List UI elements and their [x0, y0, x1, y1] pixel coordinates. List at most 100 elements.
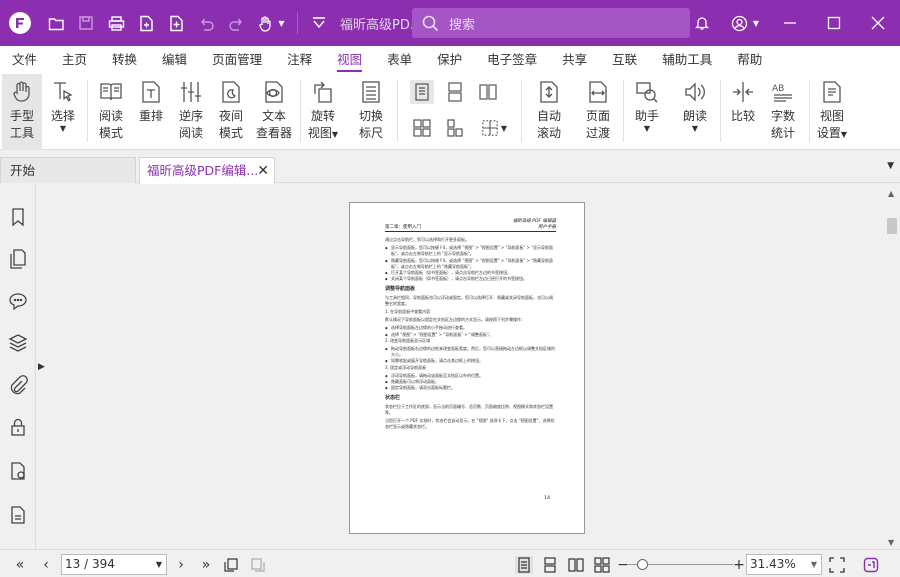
undo-icon[interactable] [191, 0, 221, 46]
continuous-facing-icon[interactable] [410, 116, 434, 140]
new-document-icon[interactable] [161, 0, 191, 46]
continuous-view-icon[interactable] [541, 556, 559, 574]
last-page-icon[interactable]: » [197, 556, 215, 574]
auto-scroll-label-2: 滚动 [536, 126, 561, 140]
comment-icon[interactable] [7, 290, 29, 312]
zoom-slider-handle[interactable] [637, 559, 648, 570]
next-page-icon[interactable]: › [172, 556, 190, 574]
expand-panel-icon[interactable]: ▶ [38, 362, 45, 372]
menu-esign[interactable]: 电子签章 [487, 46, 537, 74]
select-button[interactable]: 选择 ▼ [46, 74, 80, 150]
close-button[interactable] [856, 0, 900, 46]
facing-view-icon[interactable] [567, 556, 585, 574]
text-viewer-button[interactable]: 文本 查看器 [254, 74, 294, 150]
page-heading: 调整导航面板 [385, 286, 416, 293]
reflow-label: 重排 [138, 109, 163, 123]
continuous-facing-view-icon[interactable] [593, 556, 611, 574]
lock-icon[interactable] [7, 416, 29, 438]
next-view-icon[interactable] [249, 556, 267, 574]
menu-view[interactable]: 视图 [337, 46, 363, 74]
page-number-input[interactable]: 13 / 394 ▼ [61, 554, 167, 575]
ribbon-toolbar: 手型 工具 选择 ▼ 阅读 模式 重排 逆序 阅读 夜间 模式 文本 查看器 旋… [0, 74, 900, 150]
menu-organize[interactable]: 页面管理 [212, 46, 262, 74]
hand-tool-quick-icon[interactable]: ▼ [251, 0, 291, 46]
read-aloud-button[interactable]: 朗读 ▼ [678, 74, 712, 150]
view-settings-button[interactable]: 视图 设置▼ [814, 74, 850, 150]
separate-cover-icon[interactable] [443, 116, 467, 140]
night-mode-button[interactable]: 夜间 模式 [214, 74, 248, 150]
facing-page-icon[interactable] [476, 80, 500, 104]
create-pdf-icon[interactable] [131, 0, 161, 46]
read-mode-button[interactable]: 阅读 模式 [94, 74, 128, 150]
layers-icon[interactable] [7, 332, 29, 354]
chevron-down-icon[interactable]: ▼ [156, 555, 162, 574]
hand-tool-button[interactable]: 手型 工具 [2, 74, 42, 150]
maximize-button[interactable] [812, 0, 856, 46]
menu-share[interactable]: 共享 [562, 46, 587, 74]
continuous-page-icon[interactable] [443, 80, 467, 104]
scroll-down-arrow-icon[interactable]: ▼ [888, 538, 894, 547]
compare-button[interactable]: 比较 [726, 74, 760, 150]
chevron-down-icon[interactable]: ▼ [811, 555, 817, 574]
menu-file[interactable]: 文件 [12, 46, 37, 74]
print-icon[interactable] [101, 0, 131, 46]
menu-accessibility[interactable]: 辅助工具 [662, 46, 712, 74]
page-text-line: 当您打开一个 PDF 文档时，状态栏会自动显示。在 "视图" 选项卡下，点击 "… [385, 418, 555, 430]
chevron-down-icon[interactable]: ▼ [887, 161, 894, 171]
menu-comment[interactable]: 注释 [287, 46, 312, 74]
zoom-out-icon[interactable]: − [614, 556, 632, 574]
title-bar: ▼ 福昕高级PD... 搜索 ▼ [0, 0, 900, 46]
page-text-line: 固定导航面板，请双击面板标题栏。 [385, 385, 556, 391]
tab-home[interactable]: 开始 [0, 157, 136, 183]
single-page-view-icon[interactable] [515, 556, 533, 574]
assistant-button[interactable]: 助手 ▼ [630, 74, 664, 150]
word-count-button[interactable]: AB 字数 统计 [766, 74, 800, 150]
menu-help[interactable]: 帮助 [737, 46, 762, 74]
page-text-line: 与工具栏相同，导航面板也可以浮动或固定。您可以选择打开、隐藏或关闭导航面板，也可… [385, 294, 553, 306]
fit-view-icon[interactable] [862, 556, 880, 574]
vertical-scrollbar[interactable]: ▲ ▼ [884, 184, 900, 549]
menu-protect[interactable]: 保护 [437, 46, 462, 74]
save-icon[interactable] [71, 0, 101, 46]
open-file-icon[interactable] [41, 0, 71, 46]
signature-icon[interactable] [7, 460, 29, 482]
rotate-view-button[interactable]: 旋转 视图▼ [304, 74, 342, 150]
bookmark-icon[interactable] [7, 206, 29, 228]
menu-connect[interactable]: 互联 [612, 46, 637, 74]
minimize-button[interactable] [768, 0, 812, 46]
reflow-button[interactable]: 重排 [134, 74, 168, 150]
menu-edit[interactable]: 编辑 [162, 46, 187, 74]
ruler-button[interactable]: 切换 标尺 [354, 74, 388, 150]
tab-document[interactable]: 福昕高级PDF编辑... ✕ [139, 157, 275, 184]
full-screen-icon[interactable] [828, 556, 846, 574]
scrollbar-thumb[interactable] [887, 218, 897, 234]
search-input[interactable]: 搜索 [412, 8, 690, 38]
rotate-icon [310, 79, 336, 105]
reverse-read-button[interactable]: 逆序 阅读 [174, 74, 208, 150]
single-page-icon[interactable] [410, 80, 434, 104]
bell-icon[interactable] [682, 0, 722, 46]
book-icon [98, 79, 124, 105]
zoom-input[interactable]: 31.43% ▼ [746, 554, 822, 575]
menu-bar: 文件 主页 转换 编辑 页面管理 注释 视图 表单 保护 电子签章 共享 互联 … [0, 46, 900, 74]
search-placeholder: 搜索 [449, 17, 476, 33]
close-icon[interactable]: ✕ [257, 158, 269, 184]
customize-toolbar-icon[interactable] [304, 0, 334, 46]
page-thumbnail-icon[interactable] [7, 504, 29, 526]
divider [297, 12, 298, 34]
redo-icon[interactable] [221, 0, 251, 46]
attachment-icon[interactable] [7, 374, 29, 396]
account-icon[interactable]: ▼ [722, 0, 768, 46]
menu-convert[interactable]: 转换 [112, 46, 137, 74]
auto-scroll-button[interactable]: 自动 滚动 [532, 74, 566, 150]
first-page-icon[interactable]: « [11, 556, 29, 574]
menu-form[interactable]: 表单 [387, 46, 412, 74]
split-view-icon[interactable]: ▼ [476, 116, 512, 140]
page-body: 通过点击导航栏，您可以选择和打开更多面板。显示导航面板，您可以按键 F4，或选择… [385, 237, 556, 432]
previous-page-icon[interactable]: ‹ [37, 556, 55, 574]
pages-icon[interactable] [7, 248, 29, 270]
previous-view-icon[interactable] [222, 556, 240, 574]
page-transition-button[interactable]: 页面 过渡 [580, 74, 616, 150]
menu-home[interactable]: 主页 [62, 46, 87, 74]
scroll-up-arrow-icon[interactable]: ▲ [888, 189, 894, 198]
